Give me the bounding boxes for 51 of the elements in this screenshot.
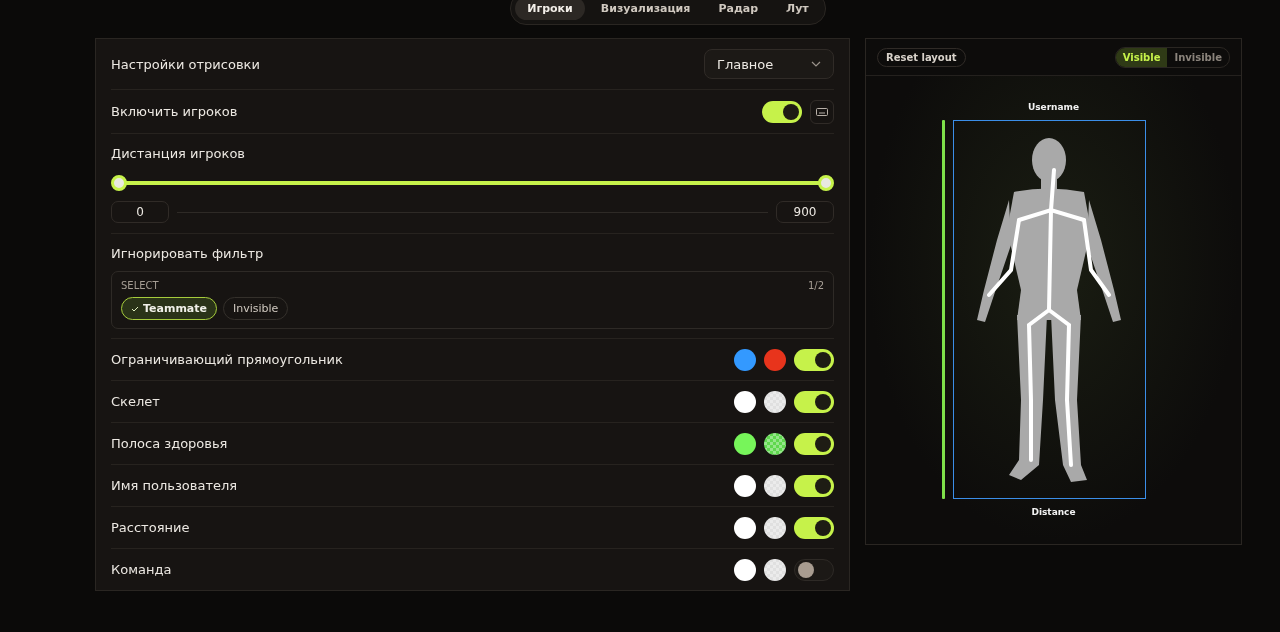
color-swatch[interactable] xyxy=(734,474,756,497)
color-swatch[interactable] xyxy=(734,516,756,539)
distance-label: Distance xyxy=(1031,507,1076,517)
color-swatch[interactable] xyxy=(764,516,786,539)
color-swatch[interactable] xyxy=(734,390,756,413)
selection-count: 1/2 xyxy=(807,280,824,291)
setting-label: Полоса здоровья xyxy=(111,436,228,451)
preset-dropdown[interactable]: Главное xyxy=(704,49,834,79)
chevron-down-icon xyxy=(811,61,821,67)
color-swatch[interactable] xyxy=(734,348,756,371)
setting-label: Ограничивающий прямоугольник xyxy=(111,352,343,367)
check-icon xyxy=(131,305,139,312)
setting-label: Скелет xyxy=(111,394,160,409)
toggle-switch[interactable] xyxy=(794,348,834,371)
toggle-switch[interactable] xyxy=(794,474,834,497)
section-title: Настройки отрисовки xyxy=(111,56,260,72)
tab[interactable]: Игроки xyxy=(515,0,585,20)
setting-label: Расстояние xyxy=(111,520,190,535)
tab[interactable]: Радар xyxy=(706,0,771,20)
tab[interactable]: Лут xyxy=(774,0,821,20)
max-input[interactable]: 900 xyxy=(776,201,834,223)
toggle-switch[interactable] xyxy=(794,516,834,539)
select-label: SELECT xyxy=(121,280,159,291)
toggle-switch[interactable] xyxy=(794,558,834,581)
color-swatch[interactable] xyxy=(764,348,786,371)
mode-tab[interactable]: Invisible xyxy=(1167,47,1229,67)
filter-chip[interactable]: Teammate xyxy=(121,297,217,320)
tab[interactable]: Визуализация xyxy=(588,0,703,20)
color-swatch[interactable] xyxy=(764,432,786,455)
slider-thumb[interactable] xyxy=(111,175,127,191)
range-slider[interactable] xyxy=(111,175,834,191)
setting-label: Включить игроков xyxy=(111,104,238,119)
mode-tab[interactable]: Visible xyxy=(1115,47,1168,67)
setting-label: Имя пользователя xyxy=(111,478,238,493)
keyboard-icon xyxy=(816,107,828,116)
toggle-switch[interactable] xyxy=(762,100,802,123)
keyboard-button[interactable] xyxy=(810,99,834,124)
color-swatch[interactable] xyxy=(734,558,756,581)
color-swatch[interactable] xyxy=(764,558,786,581)
toggle-switch[interactable] xyxy=(794,390,834,413)
username-label: Username xyxy=(1027,102,1080,112)
setting-label: Дистанция игроков xyxy=(111,146,246,161)
slider-thumb[interactable] xyxy=(818,175,834,191)
min-input[interactable]: 0 xyxy=(111,201,169,223)
color-swatch[interactable] xyxy=(764,474,786,497)
color-swatch[interactable] xyxy=(764,390,786,413)
setting-label: Игнорировать фильтр xyxy=(111,246,265,261)
multi-select[interactable]: SELECT 1/2 Teammate Invisible xyxy=(111,271,834,329)
setting-label: Команда xyxy=(111,562,172,577)
color-swatch[interactable] xyxy=(734,432,756,455)
toggle-switch[interactable] xyxy=(794,432,834,455)
